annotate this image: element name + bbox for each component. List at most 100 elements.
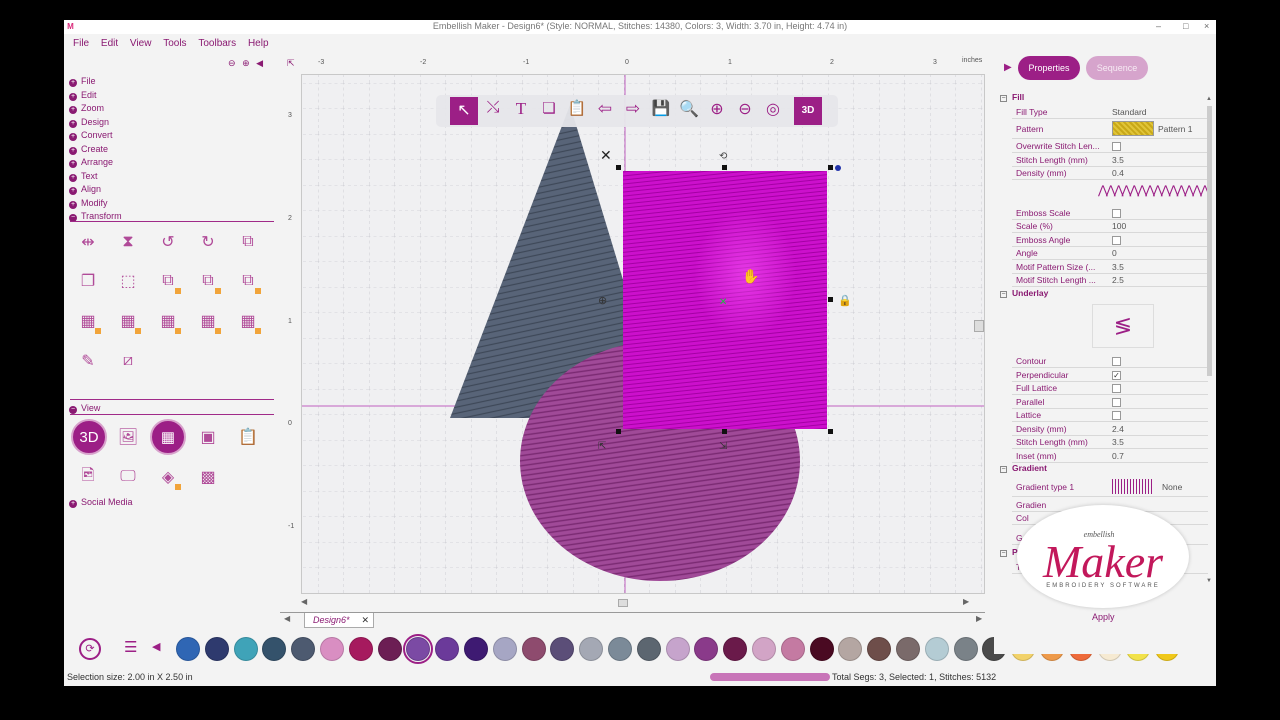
panel-expand-icon[interactable]: ▶ — [1004, 62, 1012, 73]
picture-view-icon[interactable]: 🖼 — [116, 425, 140, 449]
property-row[interactable]: Stitch Length (mm) 3.5 — [1012, 436, 1208, 449]
menu-view[interactable]: View — [130, 38, 152, 49]
thread-chart-icon[interactable]: ⟳ — [79, 638, 101, 660]
vertical-scrollbar[interactable] — [974, 74, 984, 594]
property-checkbox[interactable] — [1112, 357, 1121, 366]
tree-item-text[interactable]: + Text — [69, 170, 122, 184]
section-underlay[interactable]: − Underlay — [1000, 288, 1048, 298]
color-swatch[interactable] — [636, 637, 661, 661]
tree-item-create[interactable]: + Create — [69, 143, 122, 157]
handle-sw[interactable] — [616, 429, 621, 434]
property-checkbox[interactable] — [1112, 235, 1121, 245]
rotate-handle-icon[interactable]: ⟲ — [719, 151, 728, 162]
color-swatch[interactable] — [204, 637, 229, 661]
mirror-handle-icon[interactable]: ⇲ — [719, 441, 728, 452]
zoom-out-icon[interactable]: ⊖ — [732, 99, 758, 123]
property-value[interactable]: Pattern 1 — [1158, 124, 1193, 134]
gradient-swatch[interactable] — [1112, 478, 1152, 494]
stitch-grid-icon[interactable]: ▩ — [196, 465, 220, 489]
tree-item-design[interactable]: + Design — [69, 116, 122, 130]
tab-scroll-right-icon[interactable]: ▶ — [976, 614, 982, 623]
rotate-left-icon[interactable]: ↺ — [156, 230, 180, 254]
tree-item-modify[interactable]: + Modify — [69, 197, 122, 211]
prop-scroll-down-icon[interactable]: ▼ — [1206, 578, 1212, 584]
tree-item-view[interactable]: − View — [69, 403, 100, 414]
tab-scroll-left-icon[interactable]: ◀ — [284, 614, 290, 623]
handle-e[interactable] — [828, 297, 833, 302]
color-swatch[interactable] — [752, 637, 776, 661]
color-swatch[interactable] — [262, 637, 287, 661]
maximize-button[interactable]: □ — [1183, 20, 1188, 33]
duplicate-icon[interactable]: ⧉ — [236, 230, 260, 254]
view-3d-toggle-icon[interactable]: 3D — [794, 97, 822, 125]
zoom-fit-icon[interactable]: ◎ — [760, 99, 786, 123]
zoom-icon[interactable]: 🔍 — [676, 99, 702, 123]
property-row[interactable]: Gradient type 1 None — [1012, 477, 1208, 497]
handle-s[interactable] — [722, 429, 727, 434]
section-toggle-icon[interactable]: − — [1000, 290, 1007, 298]
property-checkbox[interactable] — [1112, 384, 1121, 393]
scroll-left-icon[interactable]: ◀ — [301, 597, 307, 606]
color-swatch[interactable] — [464, 637, 488, 661]
property-row[interactable]: Perpendicular ✓ — [1012, 369, 1208, 382]
prop-scroll-thumb[interactable] — [1207, 106, 1212, 376]
lock-icon[interactable]: 🔒 — [838, 294, 852, 307]
property-value[interactable]: 3.5 — [1112, 437, 1124, 447]
minimize-button[interactable]: – — [1156, 20, 1161, 33]
scroll-right-icon[interactable]: ▶ — [963, 597, 969, 606]
clipboard-icon[interactable]: 📋 — [236, 425, 260, 449]
menu-tools[interactable]: Tools — [163, 38, 186, 49]
design-canvas[interactable]: ✕ ⟲ 🔒 ⊕ ⇱ ⇲ ✕ ✋ ↖ ⤯ T ❏ 📋 ⇦ ⇨ 💾 🔍 ⊕ ⊖ ◎ … — [301, 74, 985, 594]
menu-edit[interactable]: Edit — [101, 38, 118, 49]
palette-prev-icon[interactable]: ◀ — [152, 640, 160, 653]
property-row[interactable]: Fill Type Standard — [1012, 106, 1208, 119]
property-row[interactable]: Scale (%) 100 — [1012, 220, 1208, 233]
save-icon[interactable]: 💾 — [648, 99, 674, 123]
vertical-scroll-thumb[interactable] — [974, 320, 984, 332]
combine-icon[interactable]: ⧉ — [156, 269, 181, 294]
property-row[interactable]: Density (mm) 0.4 — [1012, 167, 1208, 180]
property-value[interactable]: 0.7 — [1112, 451, 1124, 461]
edit-points-icon[interactable]: ⤯ — [480, 99, 506, 123]
color-swatch[interactable] — [608, 637, 632, 661]
tree-item-align[interactable]: + Align — [69, 183, 122, 197]
property-checkbox[interactable] — [1112, 397, 1121, 407]
property-row[interactable]: Stitch Length (mm) 3.5 — [1012, 154, 1208, 167]
resize-handle-icon[interactable]: ⇱ — [598, 441, 606, 452]
color-swatch[interactable] — [435, 637, 460, 661]
color-swatch[interactable] — [521, 637, 546, 661]
text-tool-icon[interactable]: T — [508, 99, 534, 123]
property-row[interactable]: Pattern Pattern 1 — [1012, 119, 1208, 139]
weld-icon[interactable]: ⧉ — [236, 269, 261, 294]
tab-design6[interactable]: Design6* ✕ — [304, 613, 374, 628]
property-row[interactable]: Inset (mm) 0.7 — [1012, 450, 1208, 463]
color-swatch[interactable] — [780, 637, 805, 661]
undo-icon[interactable]: ⇦ — [592, 99, 618, 123]
applique-icon[interactable]: ⧄ — [116, 349, 140, 373]
rotate-right-icon[interactable]: ↻ — [196, 230, 220, 254]
color-swatch[interactable] — [348, 637, 373, 661]
menu-file[interactable]: File — [73, 38, 89, 49]
tree-item-arrange[interactable]: + Arrange — [69, 156, 122, 170]
tab-properties[interactable]: Properties — [1018, 56, 1080, 80]
property-value[interactable]: Standard — [1112, 107, 1147, 117]
copy-shape-icon[interactable]: ❐ — [76, 269, 100, 293]
property-value[interactable]: 3.5 — [1112, 262, 1124, 272]
mirror-vertical-icon[interactable]: ⧗ — [116, 230, 140, 254]
menu-help[interactable]: Help — [248, 38, 269, 49]
intersect-icon[interactable]: ▦ — [156, 309, 181, 334]
property-row[interactable]: Motif Pattern Size (... 3.5 — [1012, 261, 1208, 274]
tree-item-social-media[interactable]: + Social Media — [69, 497, 133, 508]
apply-button[interactable]: Apply — [1092, 612, 1115, 622]
property-row[interactable]: Emboss Scale — [1012, 207, 1208, 220]
stitch-link-icon[interactable]: ✎ — [76, 349, 100, 373]
trim-icon[interactable]: ▦ — [236, 309, 261, 334]
color-swatch[interactable] — [924, 637, 949, 661]
property-value[interactable]: 2.5 — [1112, 275, 1124, 285]
color-swatch[interactable] — [953, 637, 978, 661]
color-swatch[interactable] — [809, 637, 834, 661]
zoom-handle-icon[interactable]: ⊕ — [598, 294, 607, 307]
color-swatch[interactable] — [176, 637, 200, 661]
color-swatch[interactable] — [867, 637, 892, 661]
union-icon[interactable]: ▦ — [76, 309, 101, 334]
